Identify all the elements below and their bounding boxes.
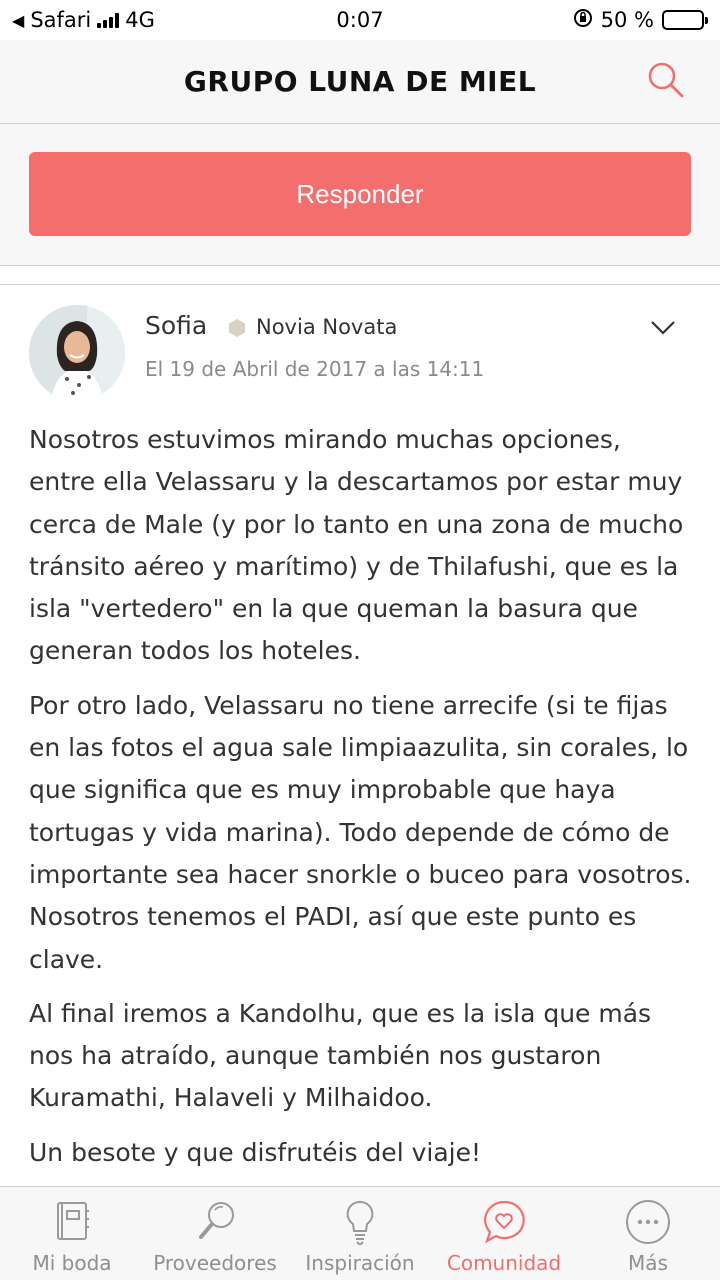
- orientation-lock-icon: [573, 8, 593, 33]
- forum-post: Sofia Novia Novata El 19 de Abril de 201…: [0, 284, 720, 1186]
- post-paragraph: Al final iremos a Kandolhu, que es la is…: [29, 998, 652, 1113]
- status-left: ◀ Safari 4G: [12, 8, 155, 32]
- battery-percent: 50 %: [600, 8, 654, 32]
- more-dots-icon: [626, 1200, 670, 1244]
- heart-chat-icon: [484, 1200, 525, 1244]
- post-body: Nosotros estuvimos mirando muchas opcion…: [29, 419, 693, 1186]
- nav-header: GRUPO LUNA DE MIEL: [0, 40, 720, 124]
- notebook-icon: [57, 1202, 89, 1240]
- post-date: El 19 de Abril de 2017 a las 14:11: [145, 357, 485, 381]
- chevron-down-icon: [651, 321, 675, 335]
- tab-label: Mi boda: [32, 1251, 112, 1275]
- author-name[interactable]: Sofia: [145, 311, 207, 340]
- tab-label: Inspiración: [305, 1251, 415, 1275]
- post-paragraph: Por otro lado, Velassaru no tiene arreci…: [29, 690, 692, 974]
- tab-comunidad[interactable]: Comunidad: [444, 1187, 564, 1275]
- back-app-label[interactable]: Safari: [30, 8, 91, 32]
- reply-area: Responder: [0, 124, 720, 266]
- network-label: 4G: [125, 8, 155, 32]
- search-icon: [648, 62, 684, 98]
- avatar[interactable]: [29, 305, 125, 401]
- tab-mi-boda[interactable]: Mi boda: [22, 1187, 122, 1275]
- back-arrow-icon[interactable]: ◀: [12, 11, 24, 30]
- status-right: 50 %: [573, 8, 708, 33]
- signal-icon: [97, 12, 120, 28]
- page-title: GRUPO LUNA DE MIEL: [183, 65, 537, 98]
- post-paragraph: Nosotros estuvimos mirando muchas opcion…: [29, 425, 684, 666]
- reply-button[interactable]: Responder: [29, 152, 691, 236]
- post-options-button[interactable]: [650, 319, 676, 337]
- rank-badge-icon: [229, 319, 245, 337]
- tab-label: Comunidad: [446, 1251, 562, 1275]
- author-rank: Novia Novata: [256, 315, 398, 339]
- status-bar: ◀ Safari 4G 0:07 50 %: [0, 0, 720, 40]
- battery-icon: [662, 10, 708, 30]
- lightbulb-icon: [346, 1200, 374, 1245]
- tab-proveedores[interactable]: Proveedores: [153, 1187, 277, 1275]
- search-button[interactable]: [646, 60, 686, 100]
- tab-bar: Mi boda Proveedores Inspiración Comunida…: [0, 1186, 720, 1280]
- tab-mas[interactable]: Más: [598, 1187, 698, 1275]
- magnifier-icon: [199, 1202, 234, 1239]
- tab-label: Proveedores: [153, 1251, 277, 1275]
- tab-label: Más: [628, 1251, 668, 1275]
- tab-inspiracion[interactable]: Inspiración: [300, 1187, 420, 1275]
- post-paragraph: Un besote y que disfrutéis del viaje!: [29, 1137, 481, 1167]
